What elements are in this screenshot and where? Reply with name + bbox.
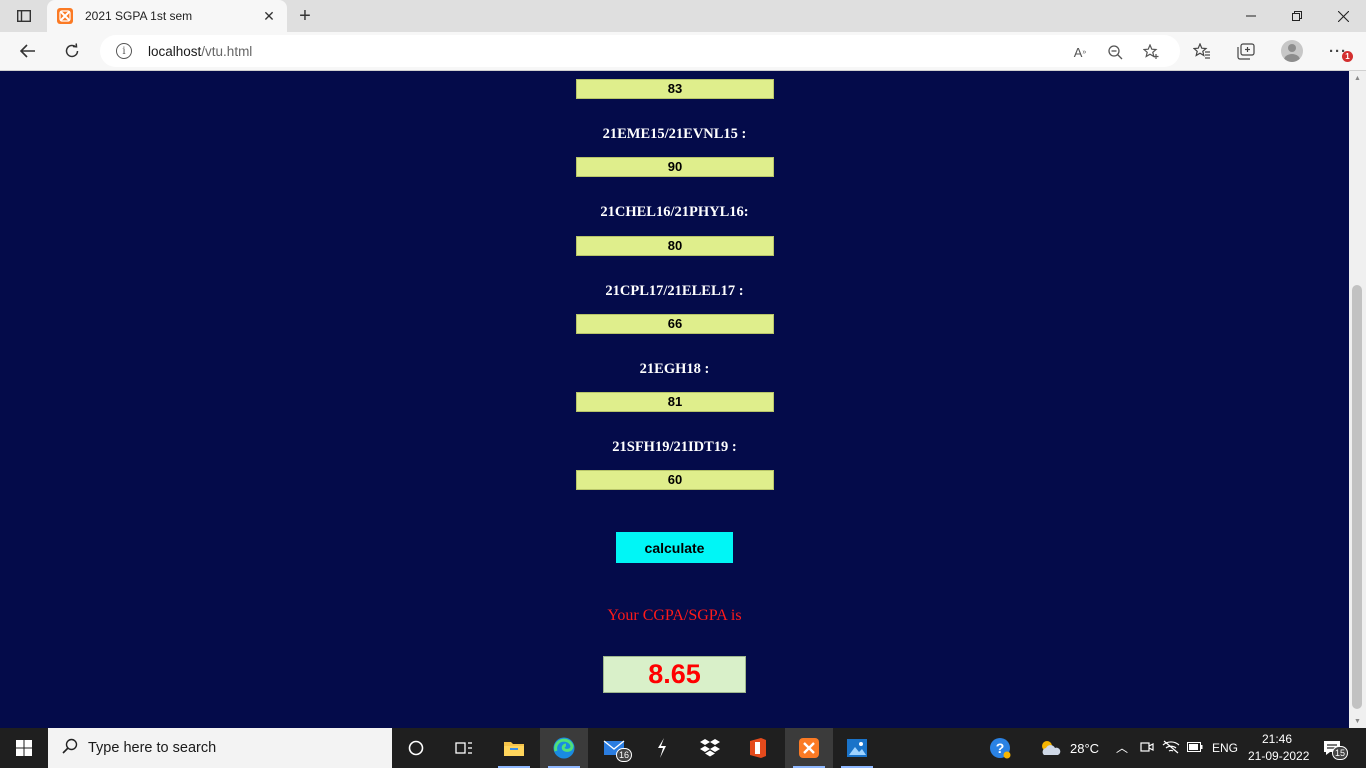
sublime-text-icon[interactable]	[638, 728, 686, 768]
notification-badge: 1	[1342, 51, 1353, 62]
search-icon	[62, 738, 78, 759]
dropbox-icon[interactable]	[686, 728, 734, 768]
taskbar-search[interactable]: Type here to search	[48, 728, 392, 768]
network-disconnected-icon[interactable]	[1162, 740, 1180, 757]
xampp-favicon-icon	[57, 8, 73, 24]
marks-input[interactable]: 81	[576, 392, 774, 412]
scroll-down-icon[interactable]: ▼	[1349, 714, 1366, 728]
notification-count: 15	[1332, 746, 1349, 760]
calculate-button[interactable]: calculate	[616, 532, 733, 563]
subject-label: 21EGH18 :	[639, 361, 710, 377]
close-tab-icon[interactable]: ✕	[257, 4, 281, 28]
edge-browser-icon[interactable]	[540, 728, 588, 768]
taskbar: Type here to search 16 ? 28°C ︿ ENG 21:4…	[0, 728, 1366, 768]
mail-icon[interactable]: 16	[590, 728, 638, 768]
add-favorite-icon[interactable]	[1141, 43, 1161, 61]
title-bar: 2021 SGPA 1st sem ✕ +	[0, 0, 1366, 32]
weather-icon[interactable]	[1026, 728, 1074, 768]
page-content: 83 21EME15/21EVNL15 : 90 21CHEL16/21PHYL…	[0, 71, 1349, 728]
restore-icon[interactable]	[1274, 0, 1320, 32]
marks-input[interactable]: 90	[576, 157, 774, 177]
clock-time[interactable]: 21:46	[1262, 732, 1292, 746]
result-label: Your CGPA/SGPA is	[607, 607, 742, 624]
browser-tab[interactable]: 2021 SGPA 1st sem ✕	[47, 0, 287, 32]
xampp-icon[interactable]	[785, 728, 833, 768]
battery-icon[interactable]	[1187, 741, 1203, 755]
marks-input-previous[interactable]: 83	[576, 79, 774, 99]
zoom-out-icon[interactable]	[1105, 43, 1125, 61]
tab-actions-icon[interactable]	[10, 6, 38, 26]
site-info-icon[interactable]: i	[116, 43, 132, 59]
collections-icon[interactable]	[1235, 40, 1257, 62]
scrollbar-thumb[interactable]	[1352, 285, 1362, 709]
tab-title: 2021 SGPA 1st sem	[85, 9, 193, 23]
close-window-icon[interactable]	[1320, 0, 1366, 32]
language-indicator[interactable]: ENG	[1212, 741, 1238, 755]
office-icon[interactable]	[734, 728, 782, 768]
minimize-icon[interactable]	[1228, 0, 1274, 32]
subject-label: 21CPL17/21ELEL17 :	[605, 283, 744, 299]
refresh-icon[interactable]	[56, 36, 88, 66]
favorites-icon[interactable]	[1191, 40, 1213, 62]
cortana-icon[interactable]	[392, 728, 440, 768]
mail-badge: 16	[616, 748, 633, 762]
weather-temperature[interactable]: 28°C	[1070, 741, 1099, 756]
file-explorer-icon[interactable]	[490, 728, 538, 768]
help-icon[interactable]: ?	[976, 728, 1024, 768]
svg-text:?: ?	[996, 740, 1005, 756]
profile-avatar[interactable]	[1281, 40, 1303, 62]
task-view-icon[interactable]	[440, 728, 488, 768]
marks-input[interactable]: 60	[576, 470, 774, 490]
url-text: localhost/vtu.html	[148, 44, 252, 59]
subject-label: 21CHEL16/21PHYL16:	[600, 204, 749, 220]
marks-input[interactable]: 66	[576, 314, 774, 334]
chevron-up-icon[interactable]: ︿	[1116, 739, 1128, 756]
marks-input[interactable]: 80	[576, 236, 774, 256]
url-host: localhost	[148, 43, 202, 59]
read-aloud-icon[interactable]: A»	[1070, 43, 1090, 61]
back-arrow-icon[interactable]	[12, 36, 44, 66]
address-bar[interactable]: i localhost/vtu.html A»	[100, 35, 1180, 67]
meet-now-icon[interactable]	[1140, 740, 1154, 757]
navigation-bar: i localhost/vtu.html A» ··· 1	[0, 32, 1366, 71]
result-value: 8.65	[603, 656, 746, 693]
search-placeholder: Type here to search	[88, 740, 217, 756]
scroll-up-icon[interactable]: ▲	[1349, 71, 1366, 85]
notification-center-icon[interactable]: 15	[1312, 728, 1352, 768]
vertical-scrollbar[interactable]: ▲ ▼	[1349, 71, 1366, 728]
windows-start-icon[interactable]	[0, 728, 48, 768]
url-path: /vtu.html	[201, 43, 253, 59]
clock-date[interactable]: 21-09-2022	[1248, 749, 1309, 763]
subject-label: 21SFH19/21IDT19 :	[612, 439, 737, 455]
photos-icon[interactable]	[833, 728, 881, 768]
new-tab-icon[interactable]: +	[292, 4, 318, 28]
subject-label: 21EME15/21EVNL15 :	[602, 126, 747, 142]
